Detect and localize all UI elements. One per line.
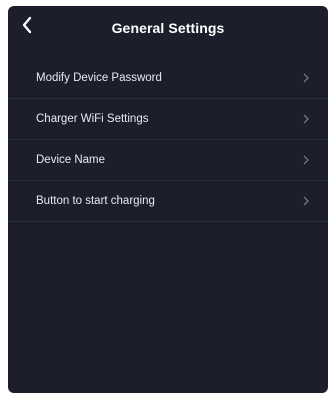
settings-item-label: Charger WiFi Settings bbox=[36, 113, 149, 125]
chevron-left-icon bbox=[21, 16, 33, 39]
page-title: General Settings bbox=[111, 20, 225, 36]
settings-list: Modify Device Password Charger WiFi Sett… bbox=[8, 58, 328, 222]
settings-item-start-charging-button[interactable]: Button to start charging bbox=[8, 181, 328, 222]
settings-item-wifi[interactable]: Charger WiFi Settings bbox=[8, 99, 328, 140]
header-bar: General Settings bbox=[8, 6, 328, 50]
settings-item-label: Device Name bbox=[36, 154, 106, 166]
settings-item-device-name[interactable]: Device Name bbox=[8, 140, 328, 181]
settings-item-label: Modify Device Password bbox=[36, 72, 162, 84]
back-button[interactable] bbox=[14, 14, 40, 40]
chevron-right-icon bbox=[302, 114, 310, 124]
chevron-right-icon bbox=[302, 73, 310, 83]
chevron-right-icon bbox=[302, 196, 310, 206]
settings-item-label: Button to start charging bbox=[36, 195, 155, 207]
settings-item-modify-password[interactable]: Modify Device Password bbox=[8, 58, 328, 99]
chevron-right-icon bbox=[302, 155, 310, 165]
settings-screen: General Settings Modify Device Password … bbox=[8, 6, 328, 393]
